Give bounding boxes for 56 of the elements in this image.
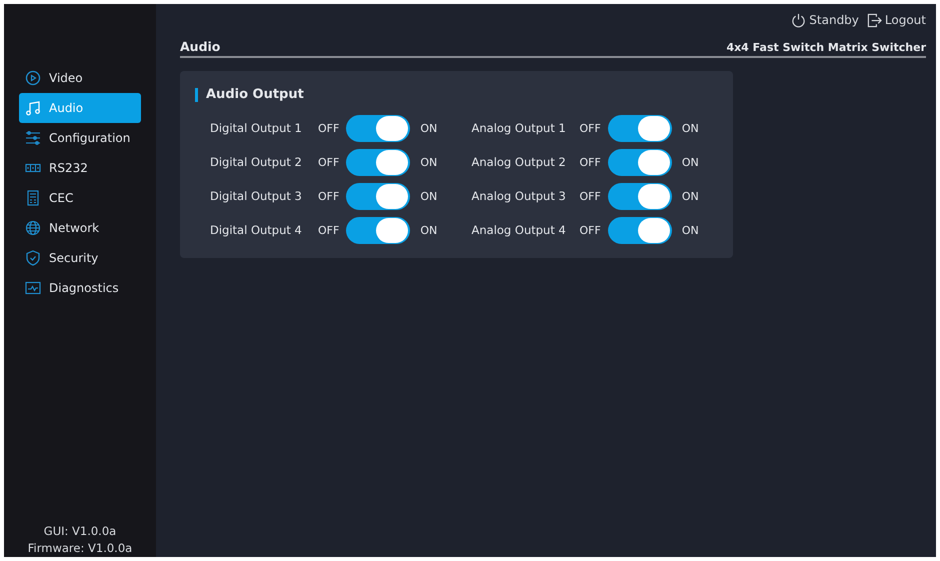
on-label: ON — [420, 190, 438, 202]
on-label: ON — [682, 190, 699, 202]
toggle-switch[interactable] — [346, 148, 410, 176]
off-label: OFF — [318, 190, 340, 202]
power-icon — [791, 12, 806, 28]
toggle-switch[interactable] — [608, 182, 672, 210]
output-label: Digital Output 1 — [210, 121, 303, 135]
output-label: Analog Output 1 — [472, 121, 567, 135]
output-label: Analog Output 3 — [472, 189, 567, 203]
on-label: ON — [682, 122, 699, 134]
nav-item[interactable]: CEC — [19, 183, 141, 213]
nav-item[interactable]: Diagnostics — [19, 273, 141, 303]
music-note-icon — [25, 100, 41, 116]
nav-item[interactable]: Security — [19, 243, 141, 273]
on-label: ON — [682, 156, 699, 168]
off-label: OFF — [580, 122, 601, 134]
nav-item[interactable]: RS232 — [19, 153, 141, 183]
nav-item[interactable]: Network — [19, 213, 141, 243]
off-label: OFF — [318, 224, 340, 236]
page-title: Audio — [180, 39, 220, 54]
remote-icon — [25, 190, 41, 206]
toggle-switch[interactable] — [608, 148, 672, 176]
on-label: ON — [420, 224, 438, 236]
off-label: OFF — [580, 156, 601, 168]
nav-item[interactable]: Video — [19, 63, 141, 93]
output-label: Digital Output 2 — [210, 155, 303, 169]
logout-button[interactable]: Logout — [866, 9, 926, 31]
nav-item[interactable]: Configuration — [19, 123, 141, 153]
device-name: 4x4 Fast Switch Matrix Switcher — [726, 41, 926, 54]
monitor-pulse-icon — [25, 280, 41, 296]
on-label: ON — [682, 224, 699, 236]
output-label: Digital Output 3 — [210, 189, 303, 203]
firmware-version: Firmware: V1.0.0a — [28, 540, 132, 557]
logout-icon — [866, 12, 882, 28]
off-label: OFF — [318, 122, 340, 134]
toggle-switch[interactable] — [346, 182, 410, 210]
off-label: OFF — [580, 224, 601, 236]
toggle-switch[interactable] — [346, 114, 410, 142]
toggle-switch[interactable] — [608, 114, 672, 142]
toggle-switch[interactable] — [346, 216, 410, 244]
output-label: Analog Output 4 — [472, 223, 567, 237]
gui-version: GUI: V1.0.0a — [44, 523, 116, 540]
off-label: OFF — [318, 156, 340, 168]
accent-bar — [195, 88, 198, 102]
output-label: Analog Output 2 — [472, 155, 567, 169]
toggle-switch[interactable] — [608, 216, 672, 244]
output-label: Digital Output 4 — [210, 223, 303, 237]
shield-icon — [25, 250, 41, 266]
card-title: Audio Output — [206, 87, 304, 102]
globe-icon — [25, 220, 41, 236]
on-label: ON — [420, 156, 438, 168]
play-icon — [25, 70, 41, 86]
on-label: ON — [420, 122, 438, 134]
standby-button[interactable]: Standby — [791, 9, 859, 31]
off-label: OFF — [580, 190, 601, 202]
sliders-icon — [25, 130, 41, 146]
